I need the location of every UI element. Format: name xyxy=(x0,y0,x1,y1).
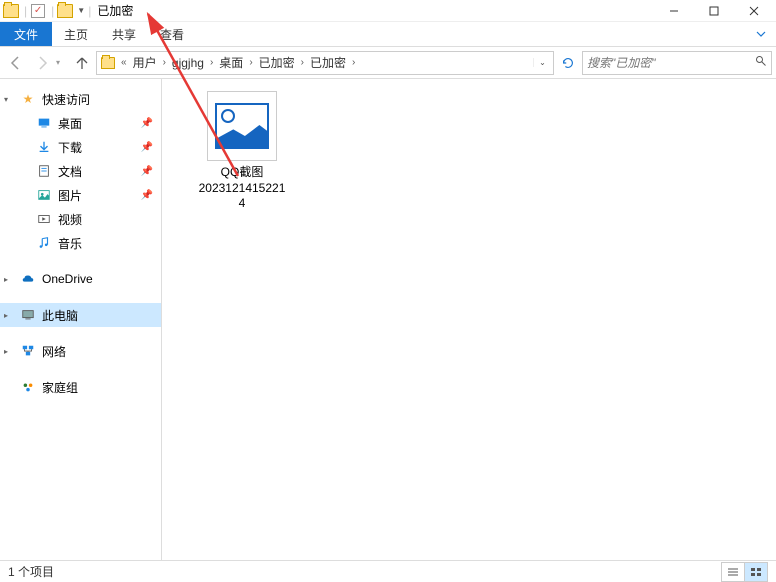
search-input[interactable] xyxy=(587,56,755,70)
star-icon: ★ xyxy=(20,91,36,107)
sidebar-item-label: 快速访问 xyxy=(42,91,161,108)
sidebar-item-label: 音乐 xyxy=(58,235,161,252)
status-item-count: 1 个项目 xyxy=(8,563,54,580)
qat-folder-icon[interactable] xyxy=(56,2,74,20)
desktop-icon xyxy=(36,115,52,131)
sidebar-item-label: 此电脑 xyxy=(42,307,161,324)
qat-dropdown-icon[interactable]: ▼ xyxy=(76,6,86,15)
sidebar-item-label: 下载 xyxy=(58,139,135,156)
chevron-right-icon[interactable]: ▸ xyxy=(4,275,8,284)
homegroup-icon xyxy=(20,379,36,395)
search-box[interactable] xyxy=(582,51,772,75)
separator: | xyxy=(24,4,27,18)
crumb-folder-1[interactable]: 已加密 xyxy=(257,54,297,71)
chevron-right-icon[interactable]: › xyxy=(350,57,357,68)
music-icon xyxy=(36,235,52,251)
crumb-user[interactable]: gjgjhg xyxy=(170,56,206,70)
crumb-desktop[interactable]: 桌面 xyxy=(217,54,245,71)
history-dropdown-icon[interactable]: ▾ xyxy=(56,58,68,67)
cloud-icon xyxy=(20,271,36,287)
document-icon xyxy=(36,163,52,179)
ribbon-expand-icon[interactable] xyxy=(746,22,776,46)
pin-icon: 📌 xyxy=(141,118,153,129)
sidebar-item-documents[interactable]: 文档 📌 xyxy=(0,159,161,183)
up-button[interactable] xyxy=(70,51,94,75)
chevron-right-icon[interactable]: › xyxy=(208,57,215,68)
file-list-pane[interactable]: QQ截图 2023121415221 4 xyxy=(162,79,776,560)
ribbon-tab-view[interactable]: 查看 xyxy=(148,22,196,46)
address-overflow-icon[interactable]: « xyxy=(119,57,129,68)
chevron-down-icon[interactable]: ▾ xyxy=(4,95,8,104)
chevron-right-icon[interactable]: › xyxy=(299,57,306,68)
minimize-button[interactable] xyxy=(654,0,694,22)
address-bar[interactable]: « 用户 › gjgjhg › 桌面 › 已加密 › 已加密 › ⌄ xyxy=(96,51,554,75)
sidebar-item-videos[interactable]: 视频 xyxy=(0,207,161,231)
sidebar-item-label: 视频 xyxy=(58,211,161,228)
folder-app-icon xyxy=(2,2,20,20)
sidebar-item-label: 桌面 xyxy=(58,115,135,132)
maximize-button[interactable] xyxy=(694,0,734,22)
ribbon-tab-share[interactable]: 共享 xyxy=(100,22,148,46)
network-icon xyxy=(20,343,36,359)
separator: | xyxy=(51,4,54,18)
pin-icon: 📌 xyxy=(141,166,153,177)
search-icon[interactable] xyxy=(755,55,767,70)
sidebar-item-label: 图片 xyxy=(58,187,135,204)
explorer-body: ▾ ★ 快速访问 桌面 📌 下载 📌 文档 📌 图片 📌 视频 xyxy=(0,79,776,560)
ribbon-file-tab[interactable]: 文件 xyxy=(0,22,52,46)
file-name: QQ截图 2023121415221 4 xyxy=(192,165,292,212)
address-folder-icon xyxy=(99,54,117,72)
computer-icon xyxy=(20,307,36,323)
sidebar-item-thispc[interactable]: ▸ 此电脑 xyxy=(0,303,161,327)
window-title: 已加密 xyxy=(97,2,133,19)
close-button[interactable] xyxy=(734,0,774,22)
address-dropdown-icon[interactable]: ⌄ xyxy=(533,58,551,67)
navigation-pane: ▾ ★ 快速访问 桌面 📌 下载 📌 文档 📌 图片 📌 视频 xyxy=(0,79,162,560)
view-details-button[interactable] xyxy=(721,562,745,582)
view-large-icons-button[interactable] xyxy=(744,562,768,582)
sidebar-item-homegroup[interactable]: 家庭组 xyxy=(0,375,161,399)
forward-button[interactable] xyxy=(30,51,54,75)
sidebar-quick-access[interactable]: ▾ ★ 快速访问 xyxy=(0,87,161,111)
chevron-right-icon[interactable]: ▸ xyxy=(4,347,8,356)
sidebar-item-label: 网络 xyxy=(42,343,161,360)
chevron-right-icon[interactable]: ▸ xyxy=(4,311,8,320)
picture-icon xyxy=(36,187,52,203)
sidebar-item-onedrive[interactable]: ▸ OneDrive xyxy=(0,267,161,291)
sidebar-item-network[interactable]: ▸ 网络 xyxy=(0,339,161,363)
separator: | xyxy=(88,4,91,18)
download-icon xyxy=(36,139,52,155)
chevron-right-icon[interactable]: › xyxy=(247,57,254,68)
pin-icon: 📌 xyxy=(141,142,153,153)
ribbon-tab-home[interactable]: 主页 xyxy=(52,22,100,46)
qat-properties-icon[interactable]: ✓ xyxy=(29,2,47,20)
sidebar-item-music[interactable]: 音乐 xyxy=(0,231,161,255)
sidebar-item-label: 文档 xyxy=(58,163,135,180)
navigation-bar: ▾ « 用户 › gjgjhg › 桌面 › 已加密 › 已加密 › ⌄ xyxy=(0,47,776,79)
file-item[interactable]: QQ截图 2023121415221 4 xyxy=(192,91,292,212)
sidebar-item-pictures[interactable]: 图片 📌 xyxy=(0,183,161,207)
file-thumbnail-icon xyxy=(207,91,277,161)
title-bar: | ✓ | ▼ | 已加密 xyxy=(0,0,776,22)
crumb-folder-2[interactable]: 已加密 xyxy=(308,54,348,71)
refresh-button[interactable] xyxy=(556,51,580,75)
sidebar-item-label: 家庭组 xyxy=(42,379,161,396)
sidebar-item-label: OneDrive xyxy=(42,272,161,286)
chevron-right-icon[interactable]: › xyxy=(161,57,168,68)
back-button[interactable] xyxy=(4,51,28,75)
sidebar-item-downloads[interactable]: 下载 📌 xyxy=(0,135,161,159)
status-bar: 1 个项目 xyxy=(0,560,776,582)
sidebar-item-desktop[interactable]: 桌面 📌 xyxy=(0,111,161,135)
ribbon-tabs: 文件 主页 共享 查看 xyxy=(0,22,776,47)
crumb-users[interactable]: 用户 xyxy=(131,54,159,71)
pin-icon: 📌 xyxy=(141,190,153,201)
video-icon xyxy=(36,211,52,227)
